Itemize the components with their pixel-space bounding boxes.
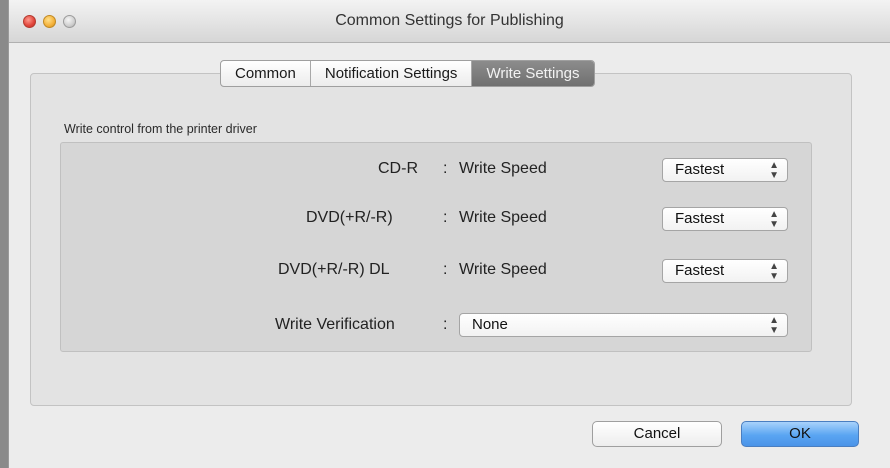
popup-arrows-icon: ▲ ▼ <box>769 315 779 336</box>
cd-r-media-label: CD-R <box>378 160 418 177</box>
write-verification-value: None <box>472 316 508 333</box>
write-verification-label: Write Verification <box>275 316 395 333</box>
dvd-r-dl-write-speed-popup[interactable]: Fastest ▲ ▼ <box>662 259 788 283</box>
dvd-r-separator: : <box>443 209 448 226</box>
dvd-r-dl-setting-label: Write Speed <box>459 261 547 278</box>
dvd-r-write-speed-value: Fastest <box>675 210 725 227</box>
ok-button[interactable]: OK <box>741 421 859 447</box>
tab-write-settings[interactable]: Write Settings <box>471 61 594 86</box>
popup-arrows-icon: ▲ ▼ <box>769 160 779 181</box>
tab-common[interactable]: Common <box>221 61 310 86</box>
dvd-r-dl-write-speed-value: Fastest <box>675 262 725 279</box>
cd-r-write-speed-value: Fastest <box>675 161 725 178</box>
write-control-group-label: Write control from the printer driver <box>64 122 257 136</box>
cd-r-setting-label: Write Speed <box>459 160 547 177</box>
window-title: Common Settings for Publishing <box>335 12 564 29</box>
write-verification-popup[interactable]: None ▲ ▼ <box>459 313 788 337</box>
tab-notification-settings[interactable]: Notification Settings <box>309 61 472 86</box>
dvd-r-dl-media-label: DVD(+R/-R) DL <box>278 261 390 278</box>
title-bar[interactable]: Common Settings for Publishing <box>9 0 890 43</box>
popup-arrows-icon: ▲ ▼ <box>769 209 779 230</box>
dvd-r-dl-separator: : <box>443 261 448 278</box>
dvd-r-media-label: DVD(+R/-R) <box>306 209 393 226</box>
dvd-r-setting-label: Write Speed <box>459 209 547 226</box>
dvd-r-write-speed-popup[interactable]: Fastest ▲ ▼ <box>662 207 788 231</box>
cancel-button[interactable]: Cancel <box>592 421 722 447</box>
tab-bar: Common Notification Settings Write Setti… <box>220 60 595 87</box>
write-verification-separator: : <box>443 316 448 333</box>
cd-r-write-speed-popup[interactable]: Fastest ▲ ▼ <box>662 158 788 182</box>
cd-r-separator: : <box>443 160 448 177</box>
popup-arrows-icon: ▲ ▼ <box>769 261 779 282</box>
